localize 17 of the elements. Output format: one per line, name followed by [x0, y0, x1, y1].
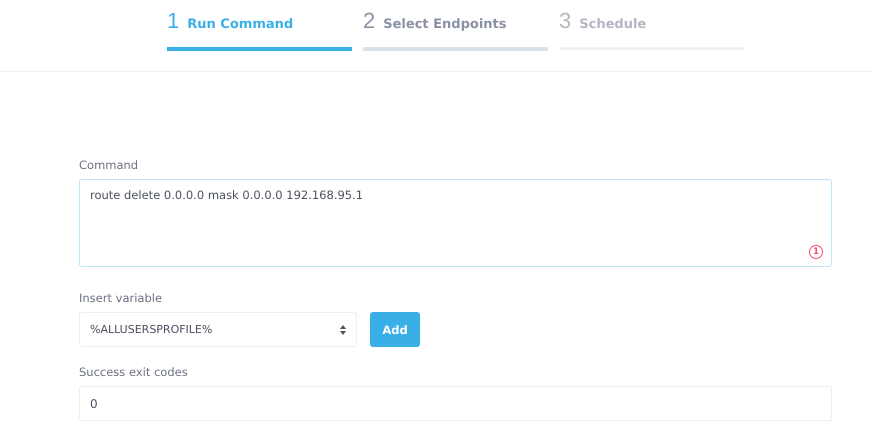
- wizard-step-tab[interactable]: 2 Select Endpoints: [363, 8, 548, 51]
- add-button[interactable]: Add: [370, 312, 420, 347]
- step-number: 3: [559, 8, 572, 34]
- wizard-step-tab[interactable]: 1 Run Command: [167, 8, 352, 51]
- step-label: Run Command: [187, 17, 294, 32]
- step-number: 1: [167, 8, 180, 34]
- step-label: Select Endpoints: [383, 17, 506, 32]
- field-label: Insert variable: [79, 291, 164, 305]
- step-number: 2: [363, 8, 376, 34]
- step-label: Schedule: [579, 17, 646, 32]
- field-label: Command: [79, 158, 140, 172]
- variable-dropdown[interactable]: %ALLUSERSPROFILE%: [79, 312, 357, 347]
- command-input-field[interactable]: route delete 0.0.0.0 mask 0.0.0.0 192.168.95.1 1: [79, 179, 832, 267]
- issue-count-badge[interactable]: 1: [809, 245, 823, 259]
- sort-caret-icon: [340, 324, 346, 334]
- exit-codes-input-field[interactable]: 0: [79, 386, 832, 421]
- field-label: Success exit codes: [79, 365, 189, 379]
